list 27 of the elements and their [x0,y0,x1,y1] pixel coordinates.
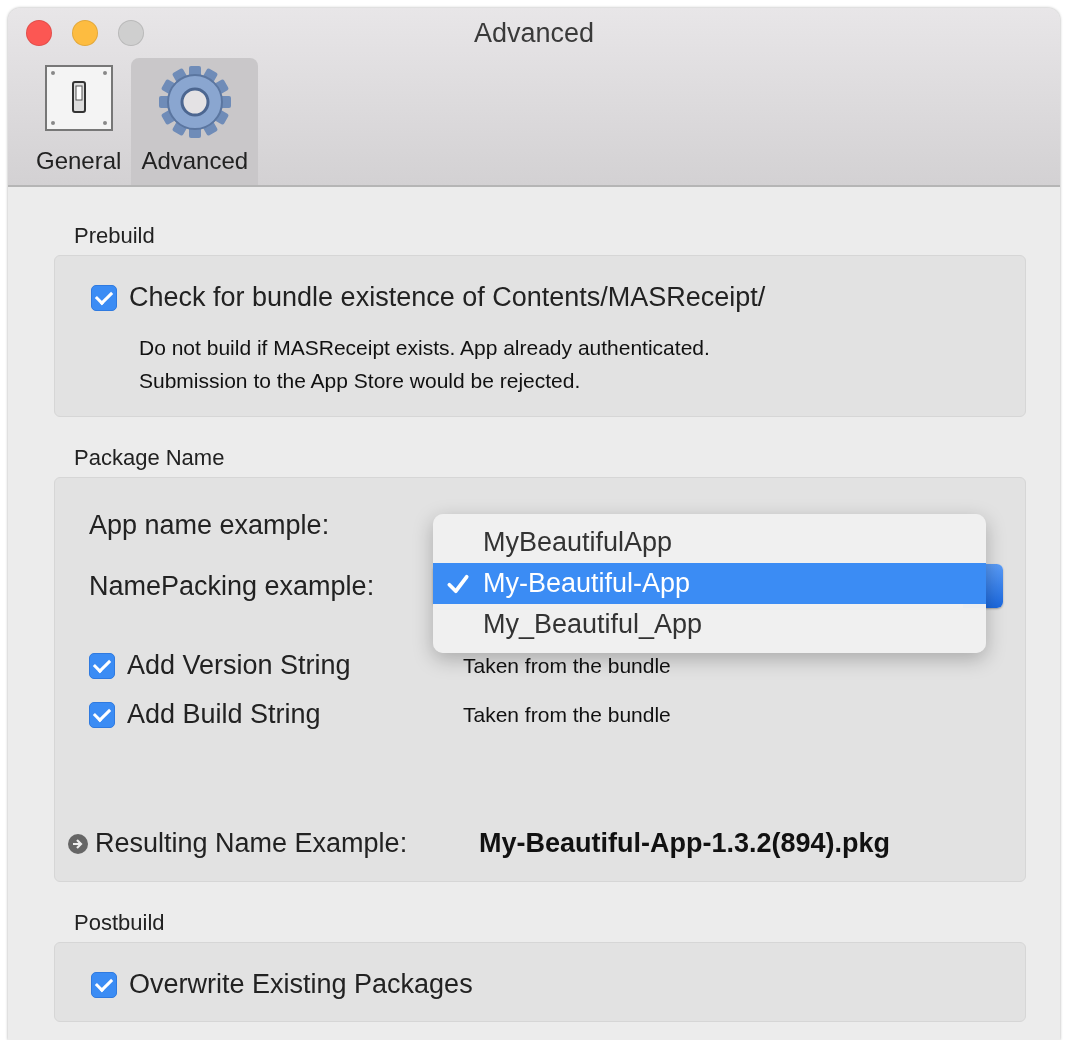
checkbox-label: Overwrite Existing Packages [129,969,473,1000]
toolbar-tab[interactable]: General [26,58,132,185]
switch-icon [43,64,114,132]
checkbox[interactable] [89,652,115,679]
checkbox-label: Add Version String [127,650,351,681]
checkbox[interactable] [91,284,117,311]
window-title: Advanced [473,17,595,49]
section-title: Postbuild [74,910,166,936]
gear-icon [156,64,233,140]
menu-item[interactable]: My_Beautiful_App [433,604,986,645]
checkbox-label: Add Build String [127,699,321,730]
close-window-button[interactable] [26,20,52,46]
checkbox-label: Check for bundle existence of Contents/MASReceipt/ [129,282,766,313]
result-label: Resulting Name Example: [95,828,409,859]
result-value: My-Beautiful-App-1.3.2(894).pkg [479,828,891,859]
section-title: Package Name [74,445,226,471]
arrow-circle-icon [67,832,89,855]
menu-item[interactable]: MyBeautifulApp [433,522,986,563]
note-text: Taken from the bundle [463,702,671,727]
note-text: Taken from the bundle [463,653,671,678]
field-label: NamePacking example: [89,571,375,601]
checkbox[interactable] [91,971,117,998]
toolbar-tab[interactable]: Advanced [131,58,259,185]
checkbox[interactable] [89,701,115,728]
section-title: Prebuild [74,223,156,249]
description-text: Do not build if MASReceipt exists. App already authenticated. Submission to the App Store would be rejected. [139,335,711,394]
field-label: App name example: [89,510,330,540]
